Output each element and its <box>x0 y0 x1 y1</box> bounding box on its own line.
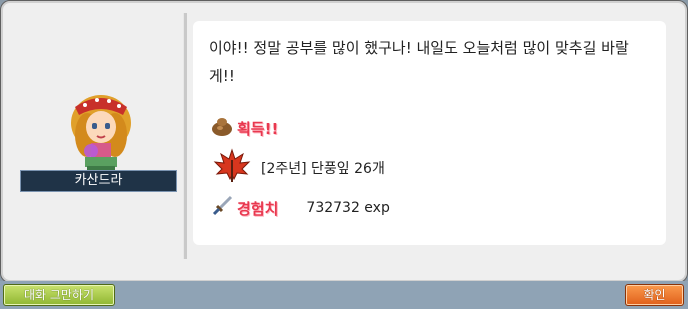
exp-label: 경험치 <box>237 199 279 218</box>
dialog-text-area: 이야!! 정말 공부를 많이 했구나! 내일도 오늘처럼 많이 맞추길 바랄게!… <box>193 21 666 245</box>
bag-icon <box>211 116 233 140</box>
reward-header: 획득!! <box>211 116 278 140</box>
npc-portrait <box>61 89 141 173</box>
sword-icon <box>211 195 233 221</box>
npc-name-label: 카산드라 <box>20 170 177 192</box>
dialog-button-bar: 대화 그만하기 확인 <box>0 281 688 309</box>
reward-title: 획득!! <box>237 119 279 138</box>
reward-exp: 경험치 732732 exp <box>211 195 390 221</box>
exp-value: 732732 exp <box>306 200 390 216</box>
npc-dialog: 카산드라 이야!! 정말 공부를 많이 했구나! 내일도 오늘처럼 많이 맞추길… <box>0 0 688 283</box>
divider <box>183 13 187 259</box>
maple-leaf-icon <box>213 148 251 188</box>
end-chat-button[interactable]: 대화 그만하기 <box>3 284 115 306</box>
dialog-message: 이야!! 정말 공부를 많이 했구나! 내일도 오늘처럼 많이 맞추길 바랄게!… <box>209 39 629 85</box>
reward-item-name: [2주년] 단풍잎 26개 <box>261 161 385 177</box>
ok-button[interactable]: 확인 <box>625 284 684 306</box>
reward-item: [2주년] 단풍잎 26개 <box>213 148 385 188</box>
